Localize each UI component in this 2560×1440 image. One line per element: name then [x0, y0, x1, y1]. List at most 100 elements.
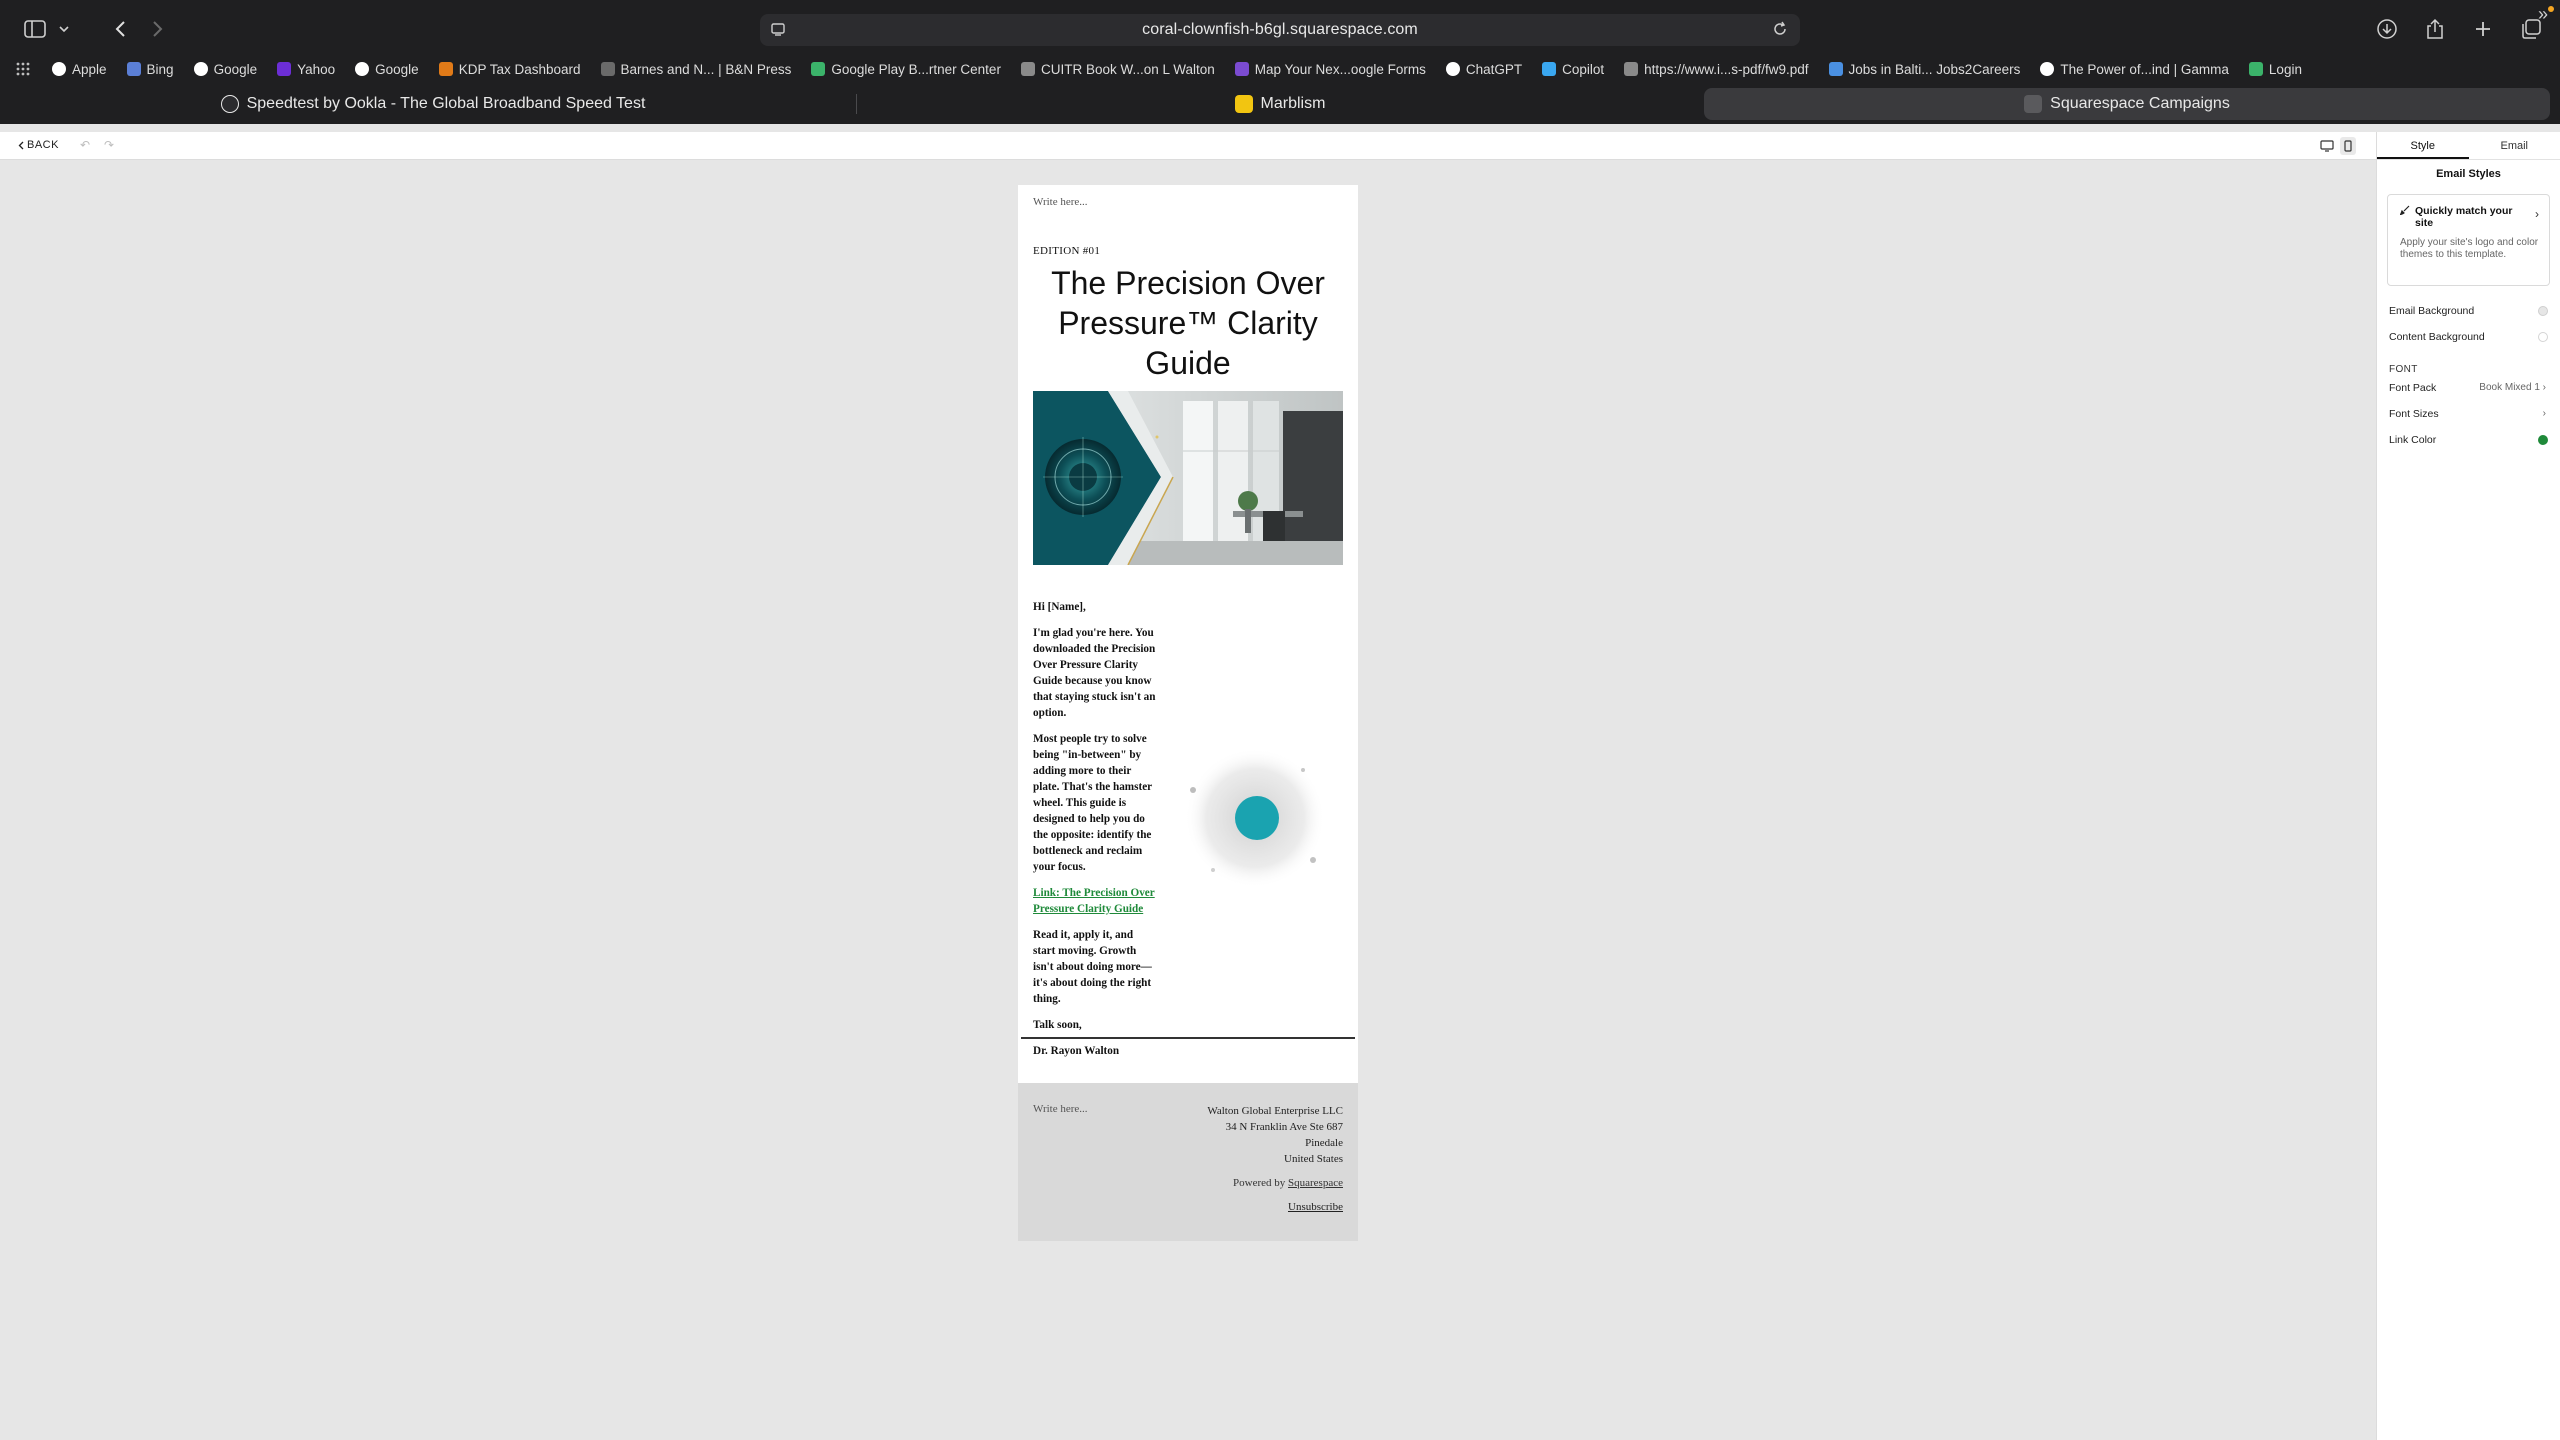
body-image[interactable] [1183, 748, 1333, 890]
editor-canvas: Write here... EDITION #01 The Precision … [0, 160, 2376, 1440]
brush-icon [2398, 205, 2410, 229]
back-button[interactable]: BACK [18, 139, 59, 151]
quick-match-card[interactable]: Quickly match your site › Apply your sit… [2387, 194, 2550, 286]
bookmark-label: Map Your Nex...oogle Forms [1254, 61, 1426, 77]
bookmark-item[interactable]: Apple [52, 62, 107, 77]
bookmark-item[interactable]: Yahoo [277, 62, 335, 77]
font-pack-row[interactable]: Font Pack Book Mixed 1 › [2377, 375, 2560, 401]
email-background-swatch[interactable] [2538, 306, 2548, 316]
site-settings-icon[interactable] [770, 21, 786, 42]
content-background-row[interactable]: Content Background [2377, 324, 2560, 350]
bookmark-item[interactable]: Google [355, 62, 419, 77]
browser-tab-label: Squarespace Campaigns [2050, 95, 2230, 112]
forms-icon [1234, 62, 1249, 76]
bookmark-item[interactable]: ChatGPT [1445, 62, 1522, 77]
tab-bar: Speedtest by Ookla - The Global Broadban… [10, 88, 2550, 120]
chevron-left-icon [18, 141, 24, 149]
irs-icon [1624, 62, 1639, 76]
bookmark-label: Google [213, 61, 258, 77]
paragraph-intro: I'm glad you're here. You downloaded the… [1033, 627, 1156, 719]
bookmark-label: Bing [146, 61, 174, 77]
bookmarks-overflow-icon[interactable]: » [2538, 4, 2548, 25]
browser-right-tools [2372, 14, 2546, 44]
mobile-preview-icon[interactable] [2340, 137, 2356, 155]
bookmark-label: Yahoo [297, 61, 336, 77]
browser-chrome: coral-clownfish-b6gl.squarespace.com App… [0, 0, 2560, 124]
bookmark-label: Copilot [1562, 61, 1605, 77]
paragraph-closing: Read it, apply it, and start moving. Gro… [1033, 929, 1152, 1005]
bookmark-label: Jobs in Balti... Jobs2Careers [1848, 61, 2021, 77]
redo-icon[interactable]: ↷ [104, 138, 114, 152]
url-text: coral-clownfish-b6gl.squarespace.com [1142, 21, 1418, 38]
greeting-text: Hi [Name], [1033, 601, 1086, 613]
google-icon [355, 62, 370, 76]
bookmark-item[interactable]: https://www.i...s-pdf/fw9.pdf [1624, 62, 1809, 77]
back-arrow-icon[interactable] [108, 14, 132, 44]
guide-link[interactable]: Link: The Precision Over Pressure Clarit… [1033, 887, 1155, 915]
link-color-row[interactable]: Link Color [2377, 427, 2560, 453]
bookmark-label: Barnes and N... | B&N Press [620, 61, 792, 77]
bn-icon [600, 62, 615, 76]
reload-icon[interactable] [1772, 21, 1788, 42]
email-title[interactable]: The Precision Over Pressure™ Clarity Gui… [1018, 257, 1358, 383]
body-text-column[interactable]: Hi [Name], I'm glad you're here. You dow… [1033, 599, 1158, 1059]
address-bar[interactable]: coral-clownfish-b6gl.squarespace.com [760, 14, 1800, 46]
download-icon[interactable] [2372, 14, 2402, 44]
browser-tab[interactable]: Squarespace Campaigns [1704, 88, 2550, 120]
apple-icon [52, 62, 66, 76]
bookmark-item[interactable]: KDP Tax Dashboard [438, 61, 581, 77]
bookmark-label: KDP Tax Dashboard [458, 61, 581, 77]
gamma-icon [2040, 62, 2055, 76]
bookmarks-grid-icon[interactable] [16, 62, 30, 76]
globe-icon [1020, 62, 1035, 76]
signoff-text: Talk soon, [1033, 1019, 1082, 1031]
bookmark-item[interactable]: The Power of...ind | Gamma [2040, 62, 2229, 77]
forward-arrow-icon[interactable] [146, 14, 170, 44]
footer-country: United States [1284, 1153, 1343, 1165]
bing-icon [126, 62, 141, 76]
bookmark-item[interactable]: CUITR Book W...on L Walton [1020, 62, 1215, 77]
tab-email[interactable]: Email [2469, 132, 2560, 159]
bookmark-item[interactable]: Barnes and N... | B&N Press [600, 61, 792, 77]
bookmark-item[interactable]: Login [2248, 61, 2302, 77]
email-background-row[interactable]: Email Background [2377, 298, 2560, 324]
bookmarks-bar: Apple Bing Google Yahoo Google KDP Tax Dashbo… [0, 56, 2560, 82]
bookmark-item[interactable]: Jobs in Balti... Jobs2Careers [1828, 61, 2021, 77]
bookmark-item[interactable]: Map Your Nex...oogle Forms [1234, 61, 1426, 77]
email-footer: Write here... Walton Global Enterprise L… [1018, 1083, 1358, 1241]
share-icon[interactable] [2420, 14, 2450, 44]
panel-title: Email Styles [2436, 168, 2501, 180]
header-text-block[interactable]: Write here... [1018, 185, 1358, 253]
edition-label[interactable]: EDITION #01 [1018, 245, 1358, 257]
chevron-right-icon: › [2535, 207, 2539, 221]
footer-text-block[interactable]: Write here... [1033, 1103, 1088, 1115]
content-background-swatch[interactable] [2538, 332, 2548, 342]
amazon-icon [438, 62, 453, 76]
bookmark-item[interactable]: Bing [126, 61, 174, 77]
bookmark-label: Login [2268, 61, 2302, 77]
squarespace-link[interactable]: Squarespace [1288, 1177, 1343, 1189]
unsubscribe-link[interactable]: Unsubscribe [1288, 1201, 1343, 1213]
sidebar-toggle-icon[interactable] [20, 14, 50, 44]
search-icon [1828, 62, 1843, 76]
link-color-swatch[interactable] [2538, 435, 2548, 445]
font-pack-value: Book Mixed 1 › [2479, 382, 2546, 393]
desktop-preview-icon[interactable] [2320, 139, 2334, 157]
undo-icon[interactable]: ↶ [80, 138, 90, 152]
email-preview: Write here... EDITION #01 The Precision … [1018, 185, 1358, 1241]
bookmark-item[interactable]: Google [193, 61, 258, 77]
tab-style[interactable]: Style [2377, 132, 2469, 159]
hero-image[interactable] [1033, 391, 1343, 565]
font-sizes-row[interactable]: Font Sizes › [2377, 401, 2560, 427]
footer-city: Pinedale [1305, 1137, 1343, 1149]
new-tab-icon[interactable] [2468, 14, 2498, 44]
notification-dot [2548, 6, 2554, 12]
browser-tab[interactable]: Speedtest by Ookla - The Global Broadban… [10, 88, 856, 120]
browser-tab[interactable]: Marblism [857, 88, 1703, 120]
bookmark-item[interactable]: Google Play B...rtner Center [811, 62, 1001, 77]
signature-text: Dr. Rayon Walton [1033, 1045, 1120, 1057]
editor-header: BACK ↶ ↷ [0, 132, 2376, 160]
bookmark-item[interactable]: Copilot [1542, 62, 1604, 77]
chevron-down-icon[interactable] [56, 14, 72, 44]
style-panel: Style Email Email Styles Quickly match y… [2376, 132, 2560, 1440]
